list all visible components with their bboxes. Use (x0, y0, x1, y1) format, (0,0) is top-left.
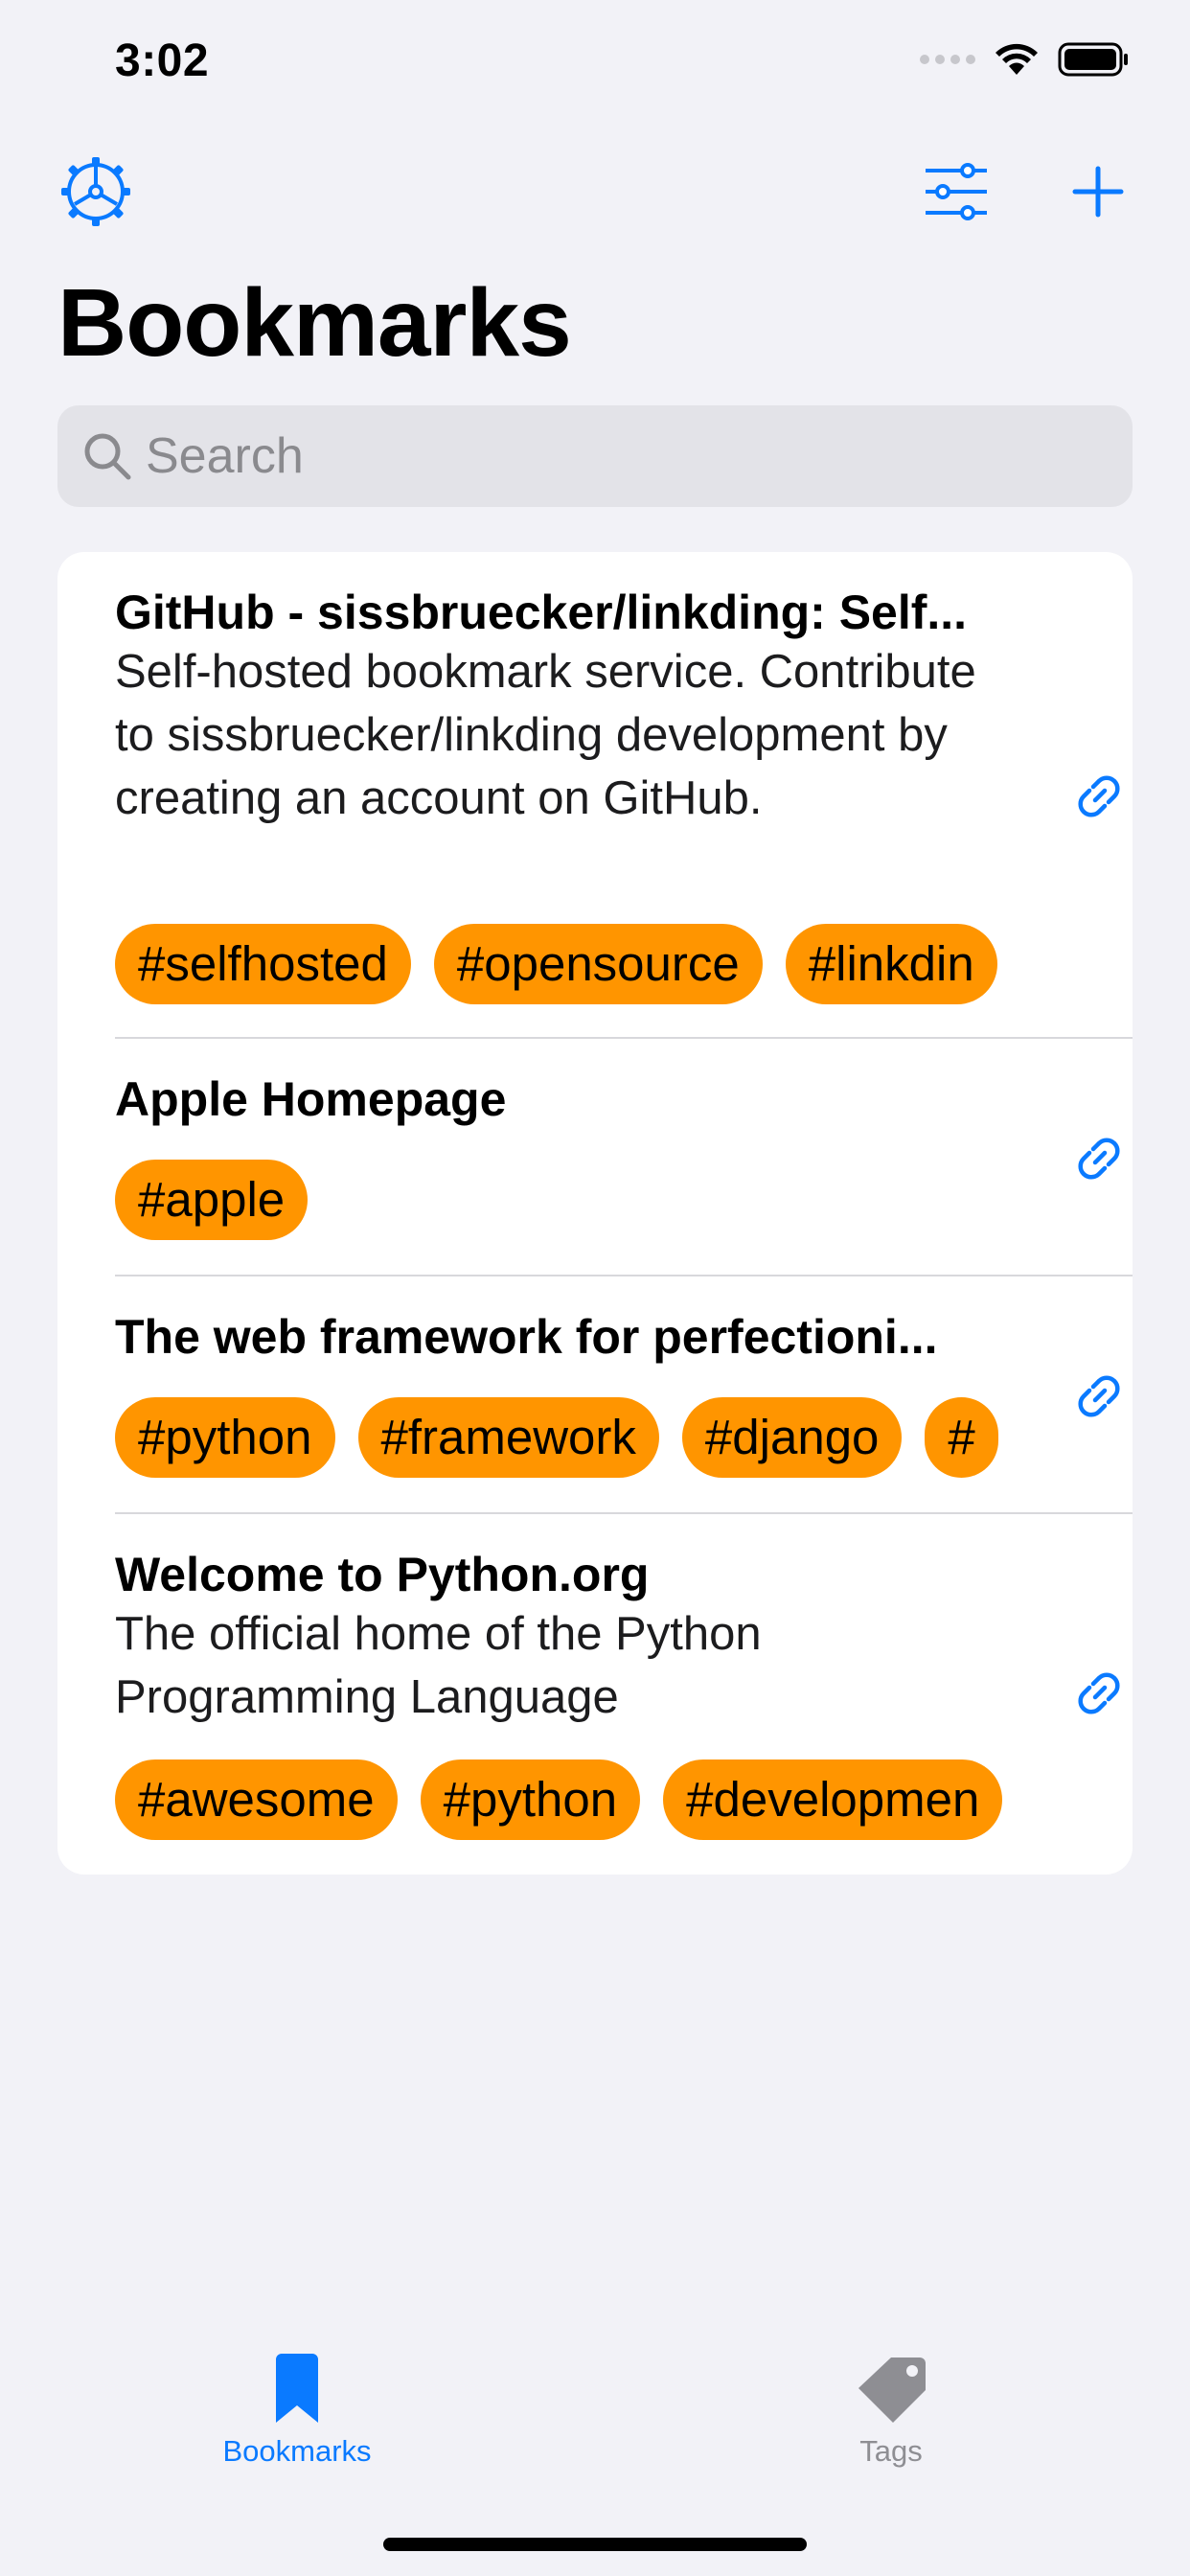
bookmark-title: The web framework for perfectioni... (115, 1310, 938, 1364)
tag-list: #selfhosted #opensource #linkdin (115, 924, 1048, 1006)
bookmark-row[interactable]: The web framework for perfectioni... #py… (115, 1276, 1133, 1514)
link-icon (1078, 775, 1120, 817)
settings-button[interactable] (57, 153, 134, 230)
page-title: Bookmarks (57, 269, 572, 377)
link-icon (1078, 1138, 1120, 1180)
tag-list: #apple (115, 1160, 1048, 1242)
tag-icon (858, 2358, 926, 2423)
tag-chip[interactable]: #linkdin (785, 924, 997, 1004)
tab-tags[interactable]: Tags (776, 2354, 1006, 2469)
search-icon (79, 427, 136, 485)
bookmark-row[interactable]: Apple Homepage #apple (115, 1039, 1133, 1276)
tag-chip[interactable]: # (925, 1397, 998, 1478)
tab-label: Bookmarks (222, 2434, 372, 2468)
gear-icon (61, 157, 130, 226)
sliders-icon (926, 163, 987, 220)
open-link-button[interactable] (1065, 763, 1133, 830)
bookmark-row[interactable]: Welcome to Python.org The official home … (115, 1514, 1133, 1874)
bookmark-list: GitHub - sissbruecker/linkding: Self... … (57, 552, 1133, 1874)
bookmark-description: Self-hosted bookmark service. Contribute… (115, 646, 976, 824)
bookmark-icon (276, 2354, 318, 2423)
tab-label: Tags (859, 2434, 923, 2468)
link-icon (1078, 1375, 1120, 1417)
wifi-icon (995, 43, 1038, 75)
bookmark-title: Welcome to Python.org (115, 1548, 650, 1601)
add-bookmark-button[interactable] (1060, 153, 1136, 230)
battery-icon (1058, 42, 1128, 77)
tag-chip[interactable]: #django (681, 1397, 903, 1478)
tag-list: #python #framework #django # (115, 1397, 1048, 1480)
home-indicator (383, 2538, 807, 2551)
tag-list: #awesome #python #developmen (115, 1760, 1048, 1842)
tag-chip[interactable]: #selfhosted (115, 924, 411, 1004)
status-time: 3:02 (115, 35, 210, 86)
tag-chip[interactable]: #python (115, 1397, 335, 1478)
open-link-button[interactable] (1065, 1125, 1133, 1192)
filter-button[interactable] (918, 153, 995, 230)
tag-chip[interactable]: #apple (115, 1160, 309, 1240)
open-link-button[interactable] (1065, 1660, 1133, 1727)
tab-bookmarks[interactable]: Bookmarks (182, 2354, 412, 2469)
screen: 3:02 Bookmarks Search GitHub - sissbruec… (0, 0, 1190, 2576)
search-input[interactable]: Search (146, 427, 304, 485)
bookmark-title: GitHub - sissbruecker/linkding: Self... (115, 586, 968, 639)
tag-chip[interactable]: #opensource (433, 924, 763, 1004)
status-icons (920, 42, 1131, 77)
bookmark-title: Apple Homepage (115, 1072, 507, 1126)
tab-bar: Bookmarks Tags (0, 2329, 1190, 2520)
link-icon (1078, 1672, 1120, 1714)
cellular-signal-icon (920, 55, 975, 64)
tag-chip[interactable]: #framework (357, 1397, 659, 1478)
search-bar[interactable]: Search (57, 405, 1133, 507)
tag-chip[interactable]: #awesome (115, 1760, 398, 1840)
tag-chip[interactable]: #developmen (663, 1760, 1003, 1840)
bookmark-row[interactable]: GitHub - sissbruecker/linkding: Self... … (115, 552, 1133, 1039)
tag-chip[interactable]: #python (420, 1760, 641, 1840)
open-link-button[interactable] (1065, 1363, 1133, 1430)
bookmark-description: The official home of the Python Programm… (115, 1608, 762, 1723)
plus-icon (1072, 166, 1124, 218)
